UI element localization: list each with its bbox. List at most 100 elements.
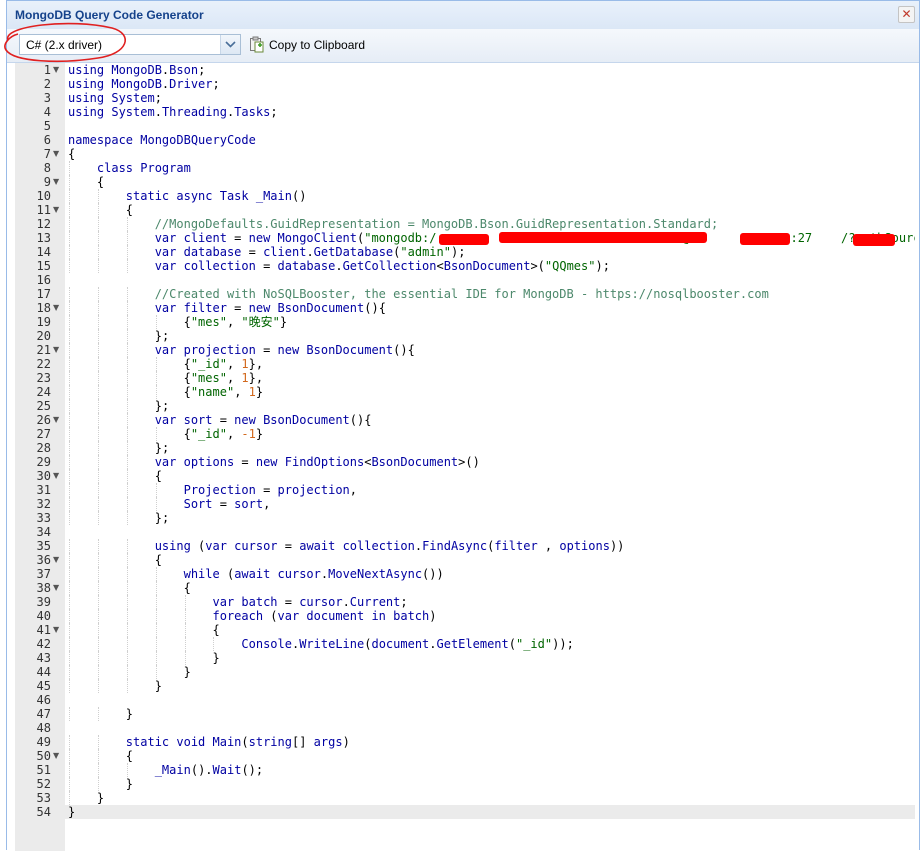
code-line[interactable]: 37 while (await cursor.MoveNextAsync()) — [15, 567, 915, 581]
code-line[interactable]: 18 ▼ var filter = new BsonDocument(){ — [15, 301, 915, 315]
line-number: 15 — [36, 259, 51, 273]
close-button[interactable]: ✕ — [898, 6, 915, 23]
code-text: class Program — [68, 161, 191, 175]
code-line[interactable]: 12 //MongoDefaults.GuidRepresentation = … — [15, 217, 915, 231]
fold-toggle-icon[interactable]: ▼ — [53, 301, 63, 315]
fold-toggle-icon[interactable]: ▼ — [53, 175, 63, 189]
line-number: 5 — [43, 119, 51, 133]
code-line[interactable]: 24 {"name", 1} — [15, 385, 915, 399]
code-line[interactable]: 42 Console.WriteLine(document.GetElement… — [15, 637, 915, 651]
fold-toggle-icon[interactable]: ▼ — [53, 469, 63, 483]
code-line[interactable]: 15 var collection = database.GetCollecti… — [15, 259, 915, 273]
code-line[interactable]: 49 static void Main(string[] args) — [15, 735, 915, 749]
code-line[interactable]: 48 — [15, 721, 915, 735]
code-line[interactable]: 1 ▼ using MongoDB.Bson; — [15, 63, 915, 77]
code-line[interactable]: 10 static async Task _Main() — [15, 189, 915, 203]
fold-toggle-icon[interactable]: ▼ — [53, 63, 63, 77]
code-line[interactable]: 45 } — [15, 679, 915, 693]
fold-toggle-icon[interactable]: ▼ — [53, 749, 63, 763]
code-text: _Main().Wait(); — [68, 763, 264, 777]
line-number: 10 — [36, 189, 51, 203]
code-line[interactable]: 34 — [15, 525, 915, 539]
fold-toggle-icon[interactable]: ▼ — [53, 623, 63, 637]
line-number: 23 — [36, 371, 51, 385]
code-text: } — [125, 777, 134, 791]
fold-toggle-icon[interactable]: ▼ — [53, 581, 63, 595]
code-line[interactable]: 43 } — [15, 651, 915, 665]
code-text: var projection = new BsonDocument(){ — [68, 343, 415, 357]
code-line[interactable]: 44 } — [15, 665, 915, 679]
redaction-mark — [853, 234, 895, 246]
code-text: } — [125, 707, 134, 721]
code-line[interactable]: 5 — [15, 119, 915, 133]
code-line[interactable]: 14 var database = client.GetDatabase("ad… — [15, 245, 915, 259]
code-line[interactable]: 31 Projection = projection, — [15, 483, 915, 497]
code-line[interactable]: 40 foreach (var document in batch) — [15, 609, 915, 623]
code-line[interactable]: 2 using MongoDB.Driver; — [15, 77, 915, 91]
code-line[interactable]: 19 {"mes", "晚安"} — [15, 315, 915, 329]
code-line[interactable]: 22 {"_id", 1}, — [15, 357, 915, 371]
code-line[interactable]: 27 {"_id", -1} — [15, 427, 915, 441]
code-text: {"mes", "晚安"} — [183, 315, 288, 329]
code-text: Sort = sort, — [68, 497, 271, 511]
code-line[interactable]: 39 var batch = cursor.Current; — [15, 595, 915, 609]
code-line[interactable]: 33 }; — [15, 511, 915, 525]
line-number: 8 — [43, 161, 51, 175]
code-text: {"_id", 1}, — [183, 357, 264, 371]
line-number: 1 — [43, 63, 51, 77]
code-line[interactable]: 23 {"mes", 1}, — [15, 371, 915, 385]
code-text: } — [68, 805, 76, 819]
code-text: namespace MongoDBQueryCode — [68, 133, 256, 147]
code-line[interactable]: 29 var options = new FindOptions<BsonDoc… — [15, 455, 915, 469]
code-text: {"_id", -1} — [183, 427, 264, 441]
fold-toggle-icon[interactable]: ▼ — [53, 203, 63, 217]
code-line[interactable]: 6 namespace MongoDBQueryCode — [15, 133, 915, 147]
line-number: 41 — [36, 623, 51, 637]
code-text: using MongoDB.Bson; — [68, 63, 206, 77]
code-line[interactable]: 11 ▼ { — [15, 203, 915, 217]
chevron-down-icon[interactable] — [220, 35, 240, 54]
line-number: 43 — [36, 651, 51, 665]
line-number: 7 — [43, 147, 51, 161]
code-line[interactable]: 8 class Program — [15, 161, 915, 175]
line-number: 17 — [36, 287, 51, 301]
code-line[interactable]: 21 ▼ var projection = new BsonDocument(){ — [15, 343, 915, 357]
code-line[interactable]: 26 ▼ var sort = new BsonDocument(){ — [15, 413, 915, 427]
code-text: var sort = new BsonDocument(){ — [68, 413, 372, 427]
code-line[interactable]: 28 }; — [15, 441, 915, 455]
code-line[interactable]: 41 ▼ { — [15, 623, 915, 637]
code-line[interactable]: 7 ▼ { — [15, 147, 915, 161]
code-line[interactable]: 17 //Created with NoSQLBooster, the esse… — [15, 287, 915, 301]
line-number: 42 — [36, 637, 51, 651]
code-editor[interactable]: 1 ▼ using MongoDB.Bson; 2 using MongoDB.Driv… — [15, 63, 915, 851]
code-line[interactable]: 47 } — [15, 707, 915, 721]
window-titlebar: MongoDB Query Code Generator ✕ — [7, 1, 919, 30]
line-number: 18 — [36, 301, 51, 315]
language-select[interactable]: C# (2.x driver) — [19, 34, 241, 55]
code-line[interactable]: 4 using System.Threading.Tasks; — [15, 105, 915, 119]
code-line[interactable]: 32 Sort = sort, — [15, 497, 915, 511]
fold-toggle-icon[interactable]: ▼ — [53, 147, 63, 161]
code-line[interactable]: 25 }; — [15, 399, 915, 413]
code-line[interactable]: 9 ▼ { — [15, 175, 915, 189]
line-number: 53 — [36, 791, 51, 805]
fold-toggle-icon[interactable]: ▼ — [53, 553, 63, 567]
code-line[interactable]: 46 — [15, 693, 915, 707]
code-text: using System; — [68, 91, 162, 105]
fold-toggle-icon[interactable]: ▼ — [53, 413, 63, 427]
code-line[interactable]: 35 using (var cursor = await collection.… — [15, 539, 915, 553]
code-line[interactable]: 50 ▼ { — [15, 749, 915, 763]
code-line[interactable]: 20 }; — [15, 329, 915, 343]
line-number: 13 — [36, 231, 51, 245]
fold-toggle-icon[interactable]: ▼ — [53, 343, 63, 357]
code-line[interactable]: 53 } — [15, 791, 915, 805]
code-line[interactable]: 54} — [15, 805, 915, 819]
code-line[interactable]: 38 ▼ { — [15, 581, 915, 595]
code-line[interactable]: 16 — [15, 273, 915, 287]
code-line[interactable]: 52 } — [15, 777, 915, 791]
line-number: 50 — [36, 749, 51, 763]
code-line[interactable]: 30 ▼ { — [15, 469, 915, 483]
code-line[interactable]: 36 ▼ { — [15, 553, 915, 567]
code-line[interactable]: 3 using System; — [15, 91, 915, 105]
code-line[interactable]: 51 _Main().Wait(); — [15, 763, 915, 777]
